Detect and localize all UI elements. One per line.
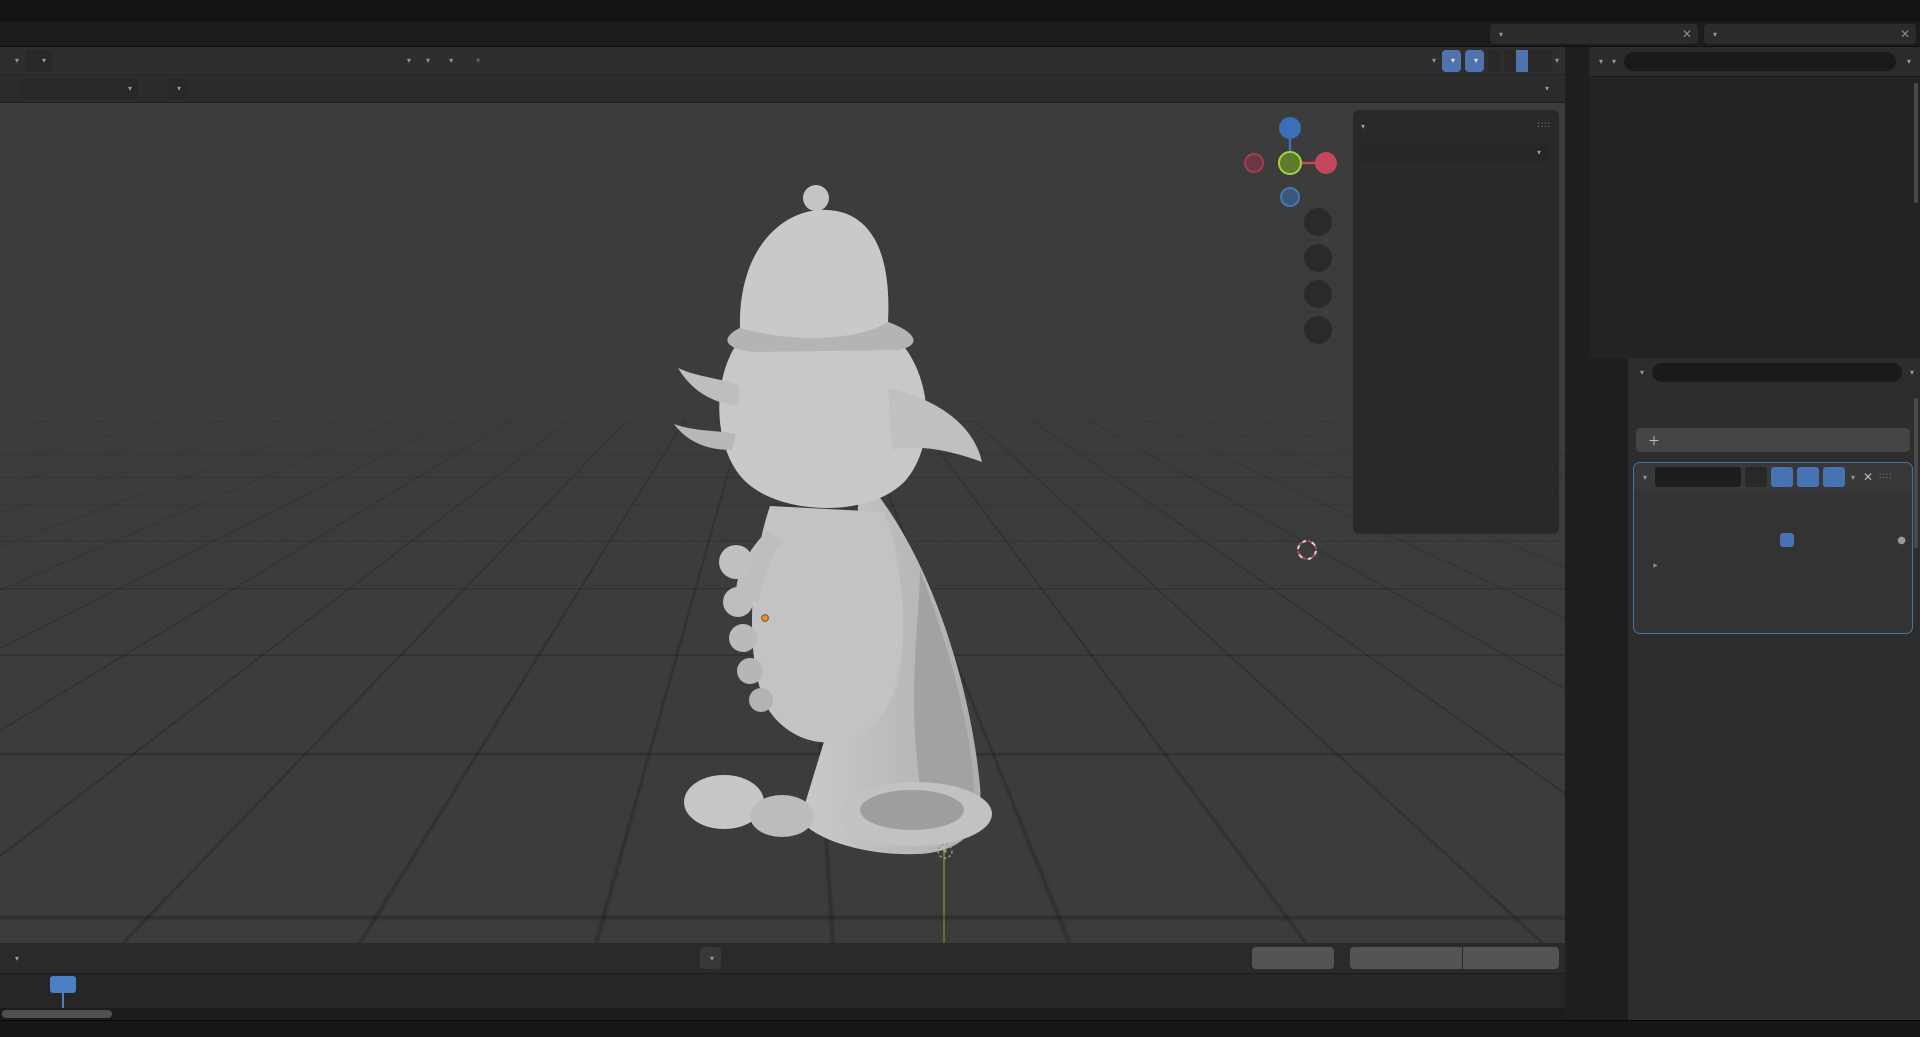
zoom-button[interactable] [1304,208,1332,236]
king-frobbit-model[interactable] [620,150,1040,930]
properties-editor-type-dropdown[interactable]: ▾ [1634,361,1647,383]
scene-selector[interactable]: ▾ ✕ [1490,24,1698,44]
timeline-editor-type-dropdown[interactable]: ▾ [8,947,23,969]
falloff-dropdown[interactable]: ▾ [467,50,486,72]
timeline-header: ▾ ▾ [0,943,1565,974]
modifier-show-render-toggle[interactable] [1823,467,1845,487]
outliner-scrollbar[interactable] [1914,83,1918,203]
pivot-dropdown[interactable]: ▾ [417,50,436,72]
modifier-close-icon[interactable]: ✕ [1863,470,1873,484]
modifier-header: ▾ ▾ ✕ ∷∷ [1634,463,1912,491]
properties-filter-dropdown[interactable]: ▾ [1910,368,1914,377]
snap-dropdown[interactable]: ▾ [440,50,459,72]
outliner-header: ▾ ▾ ▾ [1589,47,1920,77]
properties-editor: ▾ ▾ ＋ [1589,358,1920,1020]
drag-setting-dropdown[interactable]: ▾ [168,78,187,100]
current-frame-field[interactable] [1252,947,1334,969]
editor-type-dropdown[interactable]: ▾ [6,50,25,72]
orientation-dropdown[interactable]: ▾ [390,50,417,72]
playhead-badge[interactable] [50,976,76,993]
shading-material-button[interactable] [1528,50,1540,72]
close-icon[interactable]: ✕ [1682,27,1692,41]
timeline-scrollbar[interactable] [0,1008,1565,1020]
outliner-viewlayer-dropdown[interactable]: ▾ [1606,51,1619,73]
shading-rendered-button[interactable] [1540,50,1552,72]
properties-scrollbar[interactable] [1914,398,1918,548]
gizmo-y-axis[interactable] [1278,151,1302,175]
modifier-editmode-display-toggle[interactable] [1745,467,1767,487]
xray-toggle[interactable] [1488,50,1500,72]
playhead-line[interactable] [62,993,64,1008]
modifier-collapse-icon[interactable]: ▾ [1643,473,1647,482]
tool-settings-bar: ▾ ▾ ▾ [0,75,1565,103]
plus-icon: ＋ [1648,432,1660,449]
blender-window: ▾ ✕ ▾ ✕ ▾ ▾ ▾ ▾ ▾ ▾ ▾ ▾ ▾ [0,0,1920,1037]
optimal-display-checkbox[interactable] [1780,533,1794,547]
gizmo-z-neg-axis[interactable] [1280,187,1300,207]
title-bar [0,0,1920,22]
outliner-filter-dropdown[interactable]: ▾ [1901,51,1914,73]
frame-start-field[interactable] [1350,947,1462,969]
shading-wireframe-button[interactable] [1504,50,1516,72]
properties-search-input[interactable] [1652,363,1902,382]
transform-panel: ▾ ∷∷ ▾ [1353,110,1559,534]
rotation-mode-dropdown[interactable]: ▾ [1361,143,1549,162]
viewport-header: ▾ ▾ ▾ ▾ ▾ ▾ ▾ ▾ ▾ ▾ [0,47,1565,75]
3d-cursor [1289,532,1325,568]
close-icon[interactable]: ✕ [1900,27,1910,41]
gizmo-z-axis[interactable] [1279,117,1301,139]
outliner-search-input[interactable] [1624,52,1896,71]
camera-view-button[interactable] [1304,280,1332,308]
modifier-show-viewport-toggle[interactable] [1797,467,1819,487]
auto-keying-toggle[interactable]: ▾ [700,947,721,969]
selectability-dropdown[interactable]: ▾ [1423,50,1442,72]
view-layer-selector[interactable]: ▾ ✕ [1704,24,1916,44]
world-origin-marker [934,840,956,862]
viewport-canvas[interactable]: ▾ ∷∷ ▾ [0,103,1565,943]
timeline-editor: ▾ ▾ [0,943,1565,1020]
modifier-drag-handle[interactable]: ∷∷ [1879,472,1892,482]
panel-collapse-icon[interactable]: ▾ [1361,122,1365,131]
mode-dropdown[interactable]: ▾ [25,50,52,72]
gizmo-x-axis[interactable] [1315,152,1337,174]
status-bar [0,1020,1920,1037]
ortho-toggle-button[interactable] [1304,316,1332,344]
panel-drag-handle[interactable]: ∷∷ [1538,121,1551,131]
gizmo-x-neg-axis[interactable] [1244,153,1264,173]
add-modifier-button[interactable]: ＋ [1636,428,1910,452]
modifier-name-field[interactable] [1655,467,1741,487]
properties-tab-column [1589,358,1628,1020]
outliner-editor: ▾ ▾ ▾ [1589,47,1920,358]
gizmos-toggle[interactable]: ▾ [1442,50,1461,72]
options-dropdown[interactable]: ▾ [1536,78,1555,100]
subdivision-type-switch [1642,499,1904,521]
pan-button[interactable] [1304,244,1332,272]
modifier-extras-dropdown[interactable]: ▾ [1851,473,1855,482]
outliner-display-mode-dropdown[interactable]: ▾ [1593,51,1606,73]
modifier-show-editmode-toggle[interactable] [1771,467,1793,487]
subdivision-modifier-panel: ▾ ▾ ✕ ∷∷ [1633,462,1913,634]
shading-dropdown[interactable]: ▾ [1555,56,1559,65]
top-bar: ▾ ✕ ▾ ✕ [0,22,1920,47]
overlays-toggle[interactable]: ▾ [1465,50,1484,72]
frame-end-field[interactable] [1463,947,1559,969]
orientation-setting-dropdown[interactable]: ▾ [20,78,138,100]
timeline-scroll-handle[interactable] [2,1010,112,1018]
advanced-expand-icon[interactable]: ▾ [1651,563,1660,567]
timeline-ruler[interactable] [0,974,1565,1008]
shading-solid-button[interactable] [1516,50,1528,72]
navigation-gizmo[interactable] [1230,103,1360,363]
right-editors: ▾ ▾ ▾ ▾ ▾ [1565,47,1920,1020]
